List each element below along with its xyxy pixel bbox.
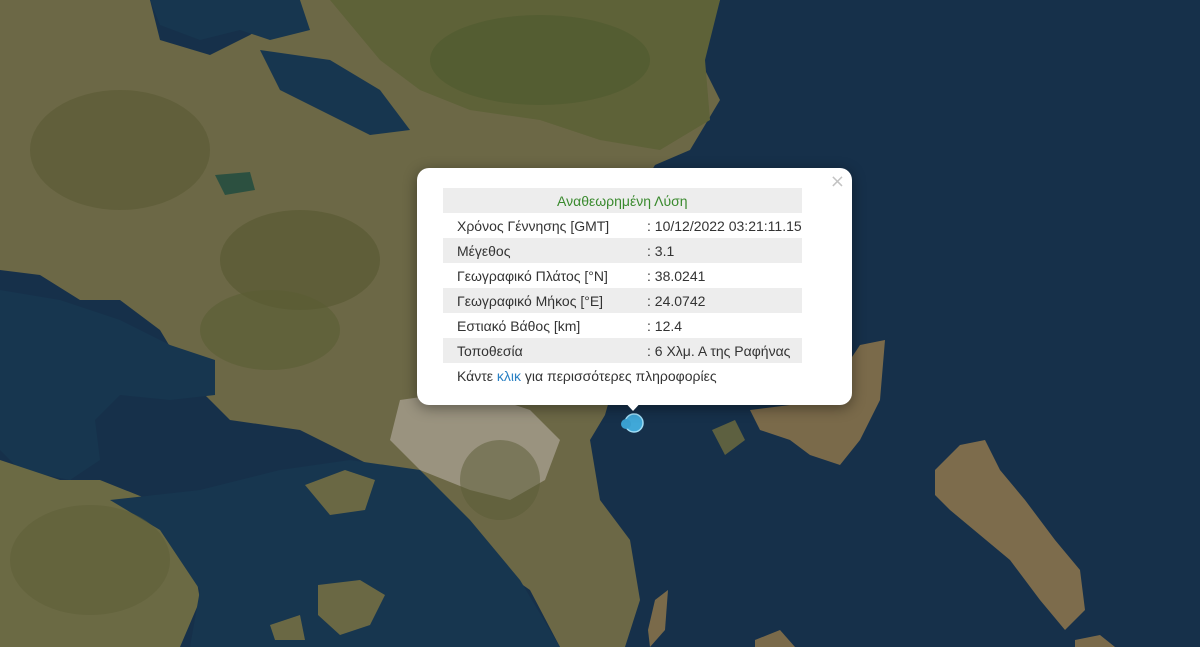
row-label: Γεωγραφικό Πλάτος [°N] — [457, 267, 608, 284]
row-label: Χρόνος Γέννησης [GMT] — [457, 217, 610, 234]
row-value: : 12.4 — [647, 317, 683, 334]
table-row: Χρόνος Γέννησης [GMT] : 10/12/2022 03:21… — [443, 213, 802, 238]
table-row: Τοποθεσία : 6 Χλμ. Α της Ραφήνας — [443, 338, 802, 363]
table-row: Εστιακό Βάθος [km] : 12.4 — [443, 313, 802, 338]
row-label: Γεωγραφικό Μήκος [°E] — [443, 288, 647, 313]
row-label: Εστιακό Βάθος [km] — [457, 317, 581, 334]
row-value: : 3.1 — [647, 238, 802, 263]
more-info-prefix: Κάντε — [457, 367, 497, 384]
table-row: Μέγεθος : 3.1 — [443, 238, 802, 263]
row-label: Μέγεθος — [443, 238, 647, 263]
more-info-text: Κάντε κλικ για περισσότερες πληροφορίες — [443, 363, 802, 388]
more-info-suffix: για περισσότερες πληροφορίες — [521, 367, 717, 384]
row-value: : 24.0742 — [647, 288, 802, 313]
table-row: Γεωγραφικό Πλάτος [°N] : 38.0241 — [443, 263, 802, 288]
earthquake-info-popup: × Αναθεωρημένη Λύση Χρόνος Γέννησης [GMT… — [417, 168, 852, 405]
earthquake-details-table: Αναθεωρημένη Λύση Χρόνος Γέννησης [GMT] … — [443, 188, 802, 388]
close-icon[interactable]: × — [830, 173, 845, 191]
table-row: Αναθεωρημένη Λύση — [443, 188, 802, 213]
table-row: Γεωγραφικό Μήκος [°E] : 24.0742 — [443, 288, 802, 313]
table-row: Κάντε κλικ για περισσότερες πληροφορίες — [443, 363, 802, 388]
row-value: : 6 Χλμ. Α της Ραφήνας — [647, 338, 802, 363]
more-info-link[interactable]: κλικ — [497, 368, 521, 384]
popup-tip — [622, 399, 644, 411]
row-value: : 10/12/2022 03:21:11.15 — [647, 217, 802, 234]
popup-title: Αναθεωρημένη Λύση — [443, 188, 802, 213]
row-label: Τοποθεσία — [443, 338, 647, 363]
row-value: : 38.0241 — [647, 267, 706, 284]
